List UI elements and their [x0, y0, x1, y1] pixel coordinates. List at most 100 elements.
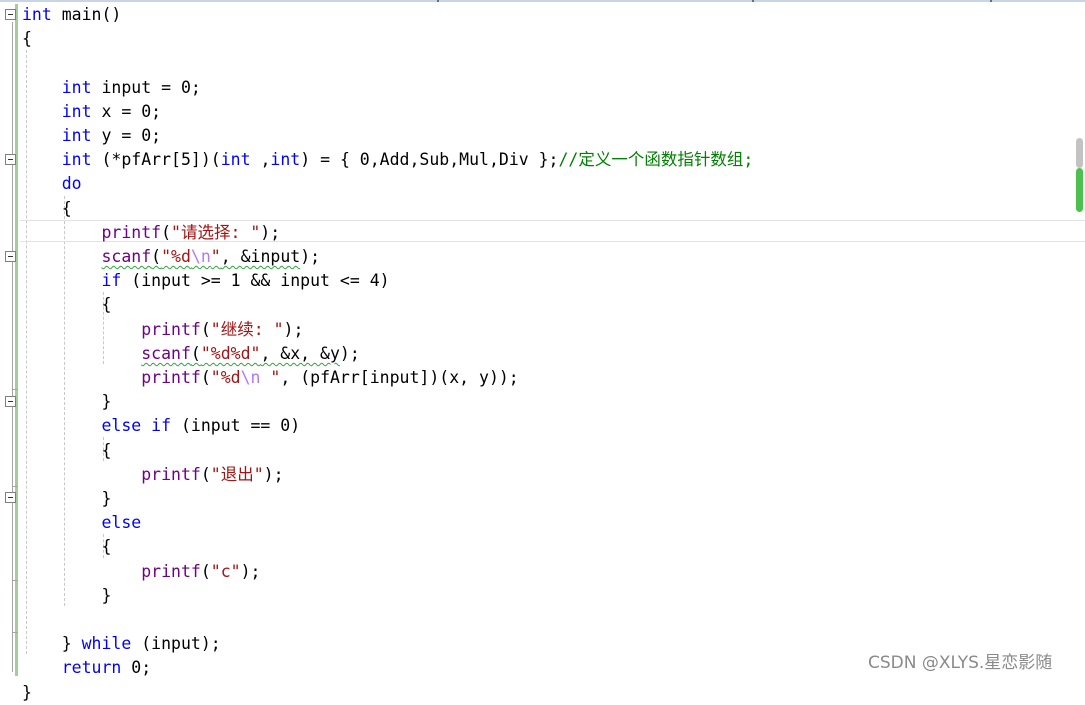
- code-line[interactable]: }: [22, 390, 111, 414]
- code-line[interactable]: {: [22, 293, 111, 317]
- code-token: (input >= 1 && input <= 4): [121, 271, 390, 291]
- code-token: int: [61, 77, 92, 97]
- collapse-else-if-icon[interactable]: [5, 396, 16, 407]
- code-line[interactable]: printf("%d\n ", (pfArr[input])(x, y));: [22, 366, 519, 390]
- code-token: scanf: [101, 247, 152, 266]
- code-line[interactable]: {: [22, 27, 32, 51]
- code-line[interactable]: }: [22, 584, 111, 608]
- fold-end-marker: [12, 580, 18, 581]
- code-token: (: [200, 319, 211, 339]
- fold-end-marker: [12, 632, 18, 633]
- code-token: }: [22, 392, 112, 412]
- code-line[interactable]: }: [22, 681, 32, 705]
- code-token: y = 0;: [91, 126, 162, 145]
- code-line[interactable]: {: [22, 197, 72, 221]
- code-token: }: [22, 634, 82, 654]
- code-token: );: [339, 343, 360, 363]
- code-token: }: [22, 585, 112, 605]
- code-token: );: [283, 319, 304, 339]
- code-token: {: [22, 440, 112, 460]
- code-line[interactable]: else if (input == 0): [22, 414, 300, 438]
- code-line[interactable]: printf("请选择: ");: [22, 221, 280, 245]
- fold-end-marker: [12, 389, 18, 390]
- code-token: ": [260, 368, 281, 387]
- code-line[interactable]: printf("继续: ");: [22, 318, 303, 342]
- code-token: else if: [101, 416, 172, 436]
- code-line[interactable]: } while (input);: [22, 632, 221, 656]
- code-token: (: [161, 222, 172, 242]
- code-token: int: [61, 150, 92, 170]
- code-line[interactable]: printf("退出");: [22, 463, 283, 487]
- code-line[interactable]: }: [22, 487, 111, 511]
- code-token: 0;: [121, 658, 152, 678]
- code-editor[interactable]: int main(){ int input = 0; int x = 0; in…: [0, 0, 1085, 702]
- code-token: );: [260, 222, 281, 242]
- code-token: (input);: [131, 634, 221, 654]
- code-line[interactable]: int y = 0;: [22, 124, 161, 148]
- scrollbar-thumb[interactable]: [1076, 138, 1083, 168]
- code-token: else: [101, 513, 142, 533]
- collapse-main-icon[interactable]: [5, 9, 16, 20]
- code-line[interactable]: int x = 0;: [22, 100, 161, 124]
- code-line[interactable]: scanf("%d\n", &input);: [22, 245, 320, 269]
- code-line[interactable]: {: [22, 535, 111, 559]
- code-token: main(): [51, 5, 122, 24]
- code-token: }: [22, 489, 112, 508]
- code-token: printf: [141, 368, 201, 387]
- code-token: );: [300, 247, 321, 266]
- code-line[interactable]: do: [22, 172, 82, 196]
- code-token: int: [22, 5, 52, 24]
- code-token: (input == 0): [171, 416, 301, 436]
- code-line[interactable]: int main(): [22, 3, 121, 27]
- code-token: "%d: [161, 247, 191, 266]
- scrollbar-change-marker: [1076, 168, 1083, 212]
- code-token: ,: [250, 150, 271, 170]
- fold-end-marker: [12, 486, 18, 487]
- change-indicator-bar: [15, 4, 18, 676]
- code-line[interactable]: printf("c");: [22, 560, 260, 584]
- code-token: (: [190, 343, 201, 363]
- code-token: (*pfArr[5])(: [91, 150, 221, 170]
- code-token: int: [270, 150, 301, 170]
- code-token: scanf: [141, 343, 191, 363]
- code-token: {: [22, 198, 72, 218]
- code-token: int: [220, 150, 251, 170]
- code-token: );: [240, 561, 261, 581]
- code-token: (: [151, 247, 162, 266]
- code-line[interactable]: else: [22, 511, 141, 535]
- code-token: "继续: ": [210, 319, 284, 339]
- code-token: (: [200, 561, 211, 581]
- code-token: , (pfArr[input])(x, y));: [280, 368, 519, 387]
- code-token: int: [61, 126, 92, 145]
- vertical-scrollbar[interactable]: [1076, 138, 1084, 214]
- code-line[interactable]: scanf("%d%d", &x, &y);: [22, 342, 360, 366]
- code-line[interactable]: if (input >= 1 && input <= 4): [22, 269, 390, 293]
- code-token: printf: [141, 464, 201, 484]
- collapse-do-icon[interactable]: [5, 154, 16, 165]
- watermark-text: CSDN @XLYS.星恋影随: [868, 653, 1053, 673]
- code-line[interactable]: return 0;: [22, 656, 151, 680]
- code-token: x = 0;: [91, 101, 162, 121]
- collapse-else-icon[interactable]: [5, 492, 16, 503]
- code-line[interactable]: int (*pfArr[5])(int ,int) = { 0,Add,Sub,…: [22, 148, 754, 172]
- code-token: "c": [210, 561, 241, 581]
- code-line[interactable]: {: [22, 439, 111, 463]
- outline-fold-line: [12, 22, 13, 672]
- code-token: printf: [141, 561, 201, 581]
- code-token: {: [22, 295, 112, 315]
- collapse-if-icon[interactable]: [5, 251, 16, 262]
- code-token: int: [61, 101, 92, 121]
- code-token: (: [200, 464, 211, 484]
- code-line[interactable]: int input = 0;: [22, 76, 201, 100]
